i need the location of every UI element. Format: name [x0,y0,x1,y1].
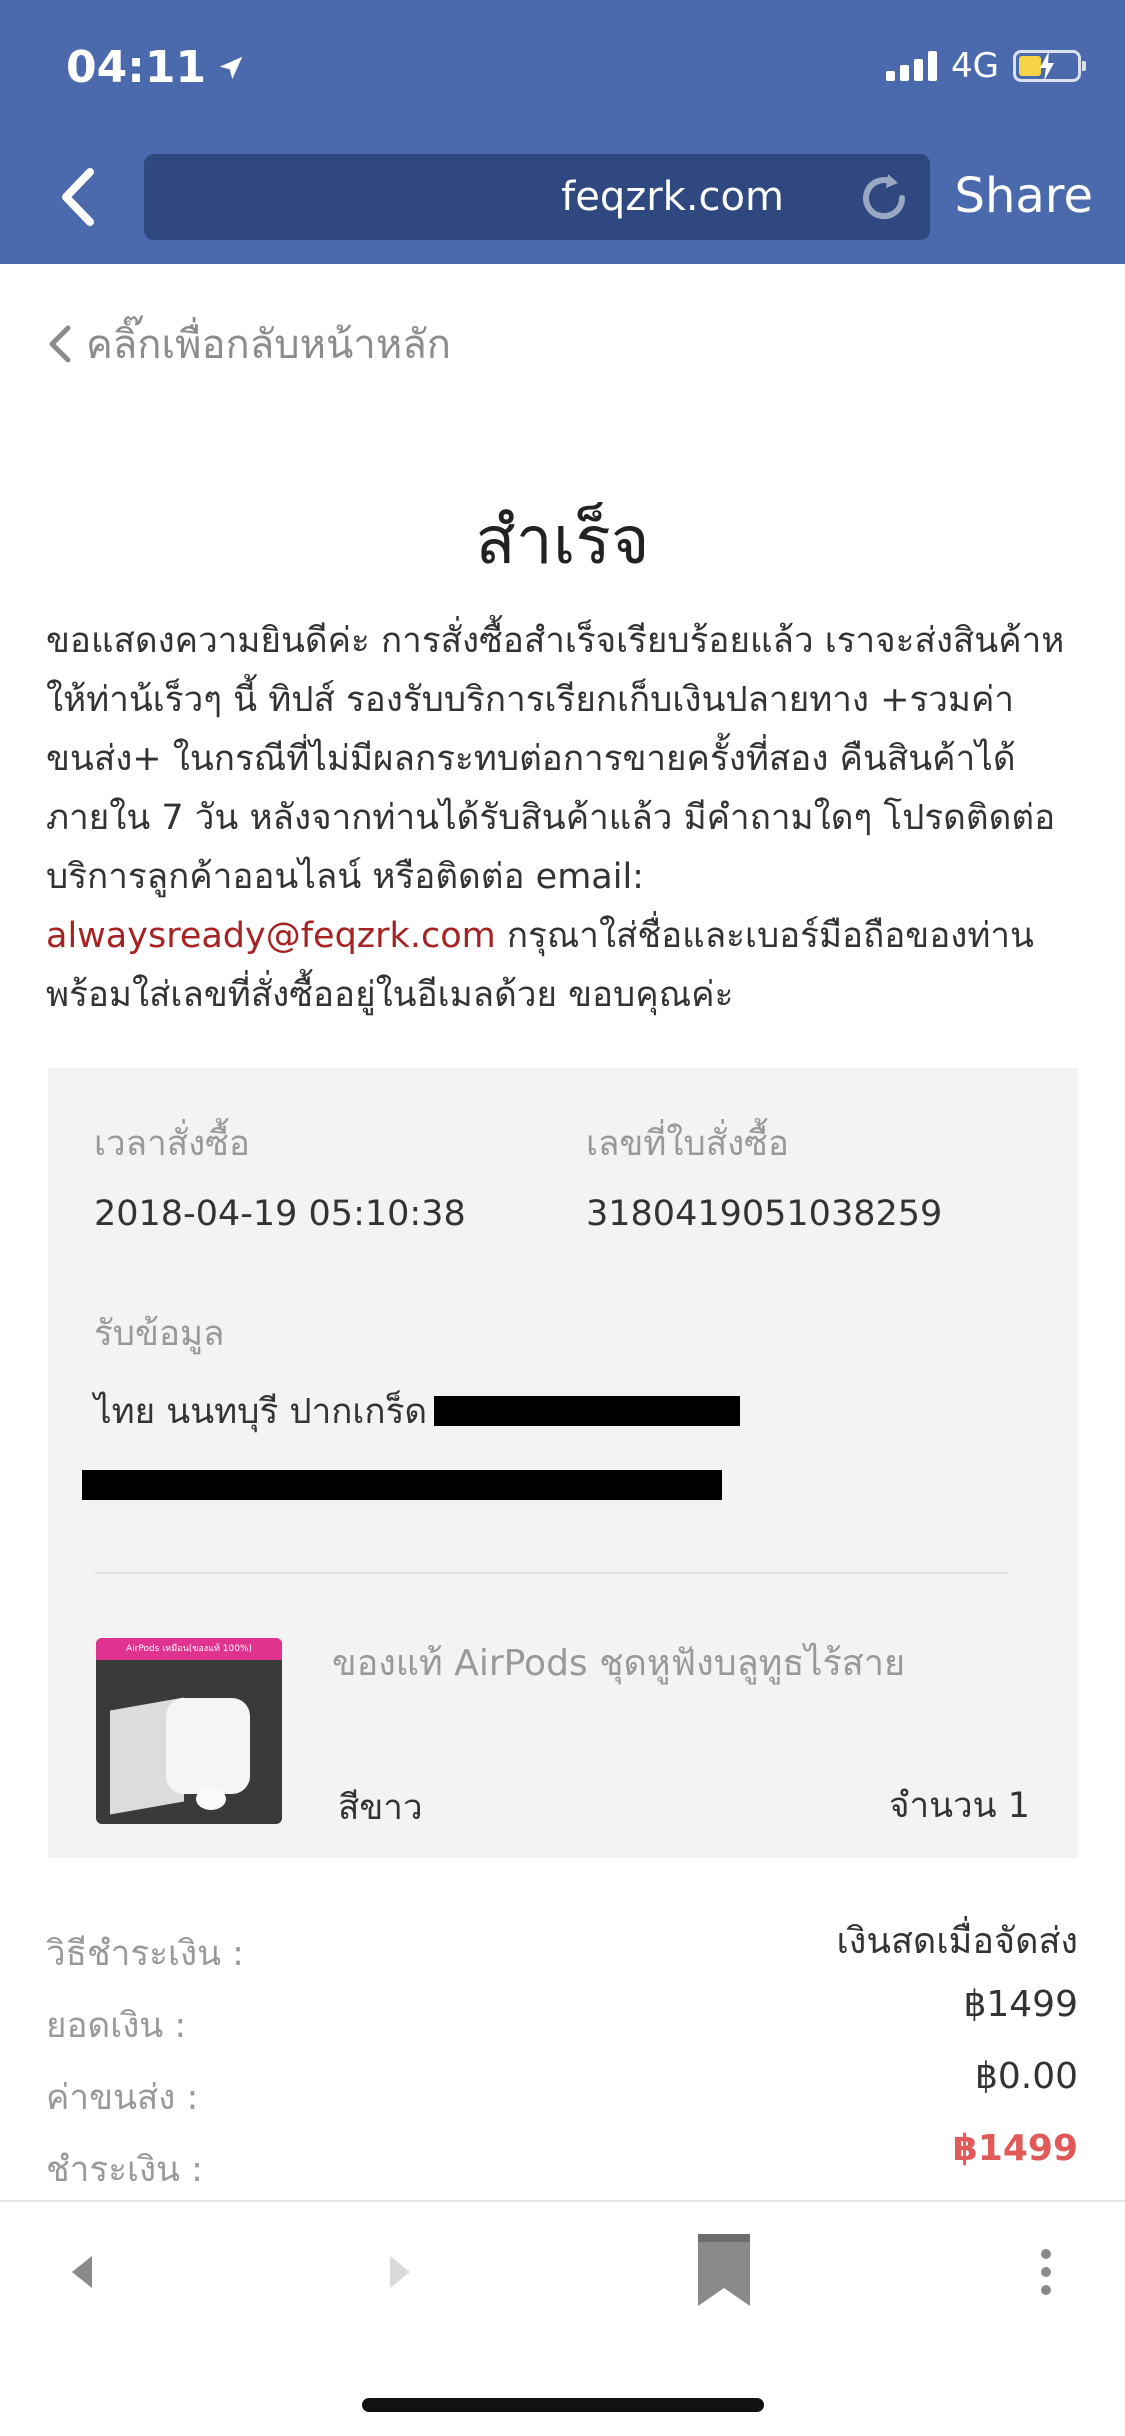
shipping-value: ฿0.00 [974,2056,1078,2097]
bookmark-icon[interactable] [696,2232,752,2308]
browser-header: 04:11 4G feqzrk.com Share [0,0,1125,264]
product-name[interactable]: ของแท้ AirPods ชุดหูฟังบลูทูธไร้สาย [332,1634,905,1691]
order-number-value: 3180419051038259 [586,1194,943,1234]
order-panel: เวลาสั่งซื้อ 2018-04-19 05:10:38 เลขที่ใ… [48,1068,1078,1858]
url-text: feqzrk.com [561,174,784,220]
signal-icon [886,51,938,81]
product-quantity: จำนวน 1 [888,1786,1030,1826]
intro-text: ขอแสดงความยินดีค่ะ การสั่งซื้อสำเร็จเรีย… [46,612,1086,1025]
order-time-value: 2018-04-19 05:10:38 [94,1194,466,1234]
time-text: 04:11 [66,42,207,93]
summary-total: ชำระเงิน : ฿1499 [46,2128,1078,2190]
payment-method-label: วิธีชำระเงิน : [46,1934,244,1974]
share-button[interactable]: Share [954,168,1093,224]
total-label: ชำระเงิน : [46,2150,203,2190]
location-arrow-icon [219,56,243,79]
email-link[interactable]: alwaysready@feqzrk.com [46,916,496,956]
summary-amount: ยอดเงิน : ฿1499 [46,1984,1078,2046]
order-time-label: เวลาสั่งซื้อ [94,1124,250,1164]
product-color: สีขาว [338,1788,423,1828]
divider [94,1572,1008,1574]
product-image[interactable]: AirPods เหมือน(ของแท้ 100%) [96,1638,282,1824]
back-chevron-icon [62,168,94,226]
more-icon[interactable] [1026,2242,1066,2302]
status-bar: 04:11 4G [0,0,1125,140]
order-number-label: เลขที่ใบสั่งซื้อ [586,1124,789,1164]
payment-method-value: เงินสดเมื่อจัดส่ง [836,1921,1078,1962]
product-image-tag: AirPods เหมือน(ของแท้ 100%) [96,1638,282,1660]
status-indicators: 4G [886,46,1086,86]
browser-nav: feqzrk.com Share [0,150,1125,244]
chevron-left-icon [49,325,71,363]
shipping-label: ค่าขนส่ง : [46,2078,199,2118]
summary-payment-method: วิธีชำระเงิน : เงินสดเมื่อจัดส่ง [46,1912,1078,1974]
home-indicator[interactable] [362,2398,764,2412]
nav-back-icon[interactable] [62,2242,102,2302]
redaction-bar [82,1470,722,1500]
status-time: 04:11 [66,42,246,93]
amount-label: ยอดเงิน : [46,2006,187,2046]
network-label: 4G [951,46,999,86]
back-button[interactable] [50,162,110,232]
breadcrumb[interactable]: คลิ๊กเพื่อกลับหน้าหลัก [46,312,451,376]
intro-before-email: ขอแสดงความยินดีค่ะ การสั่งซื้อสำเร็จเรีย… [46,621,1065,897]
redaction-bar [434,1396,740,1426]
breadcrumb-label: คลิ๊กเพื่อกลับหน้าหลัก [86,322,451,368]
url-bar[interactable]: feqzrk.com [144,154,930,240]
summary-shipping: ค่าขนส่ง : ฿0.00 [46,2056,1078,2118]
address-value: ไทย นนทบุรี ปากเกร็ด [94,1392,428,1432]
page-title: สำเร็จ [475,502,650,579]
battery-icon [1013,50,1086,82]
total-value: ฿1499 [952,2128,1078,2169]
nav-forward-icon[interactable] [380,2242,420,2302]
reload-icon[interactable] [854,168,914,228]
amount-value: ฿1499 [963,1984,1078,2025]
address-label: รับข้อมูล [94,1314,225,1354]
